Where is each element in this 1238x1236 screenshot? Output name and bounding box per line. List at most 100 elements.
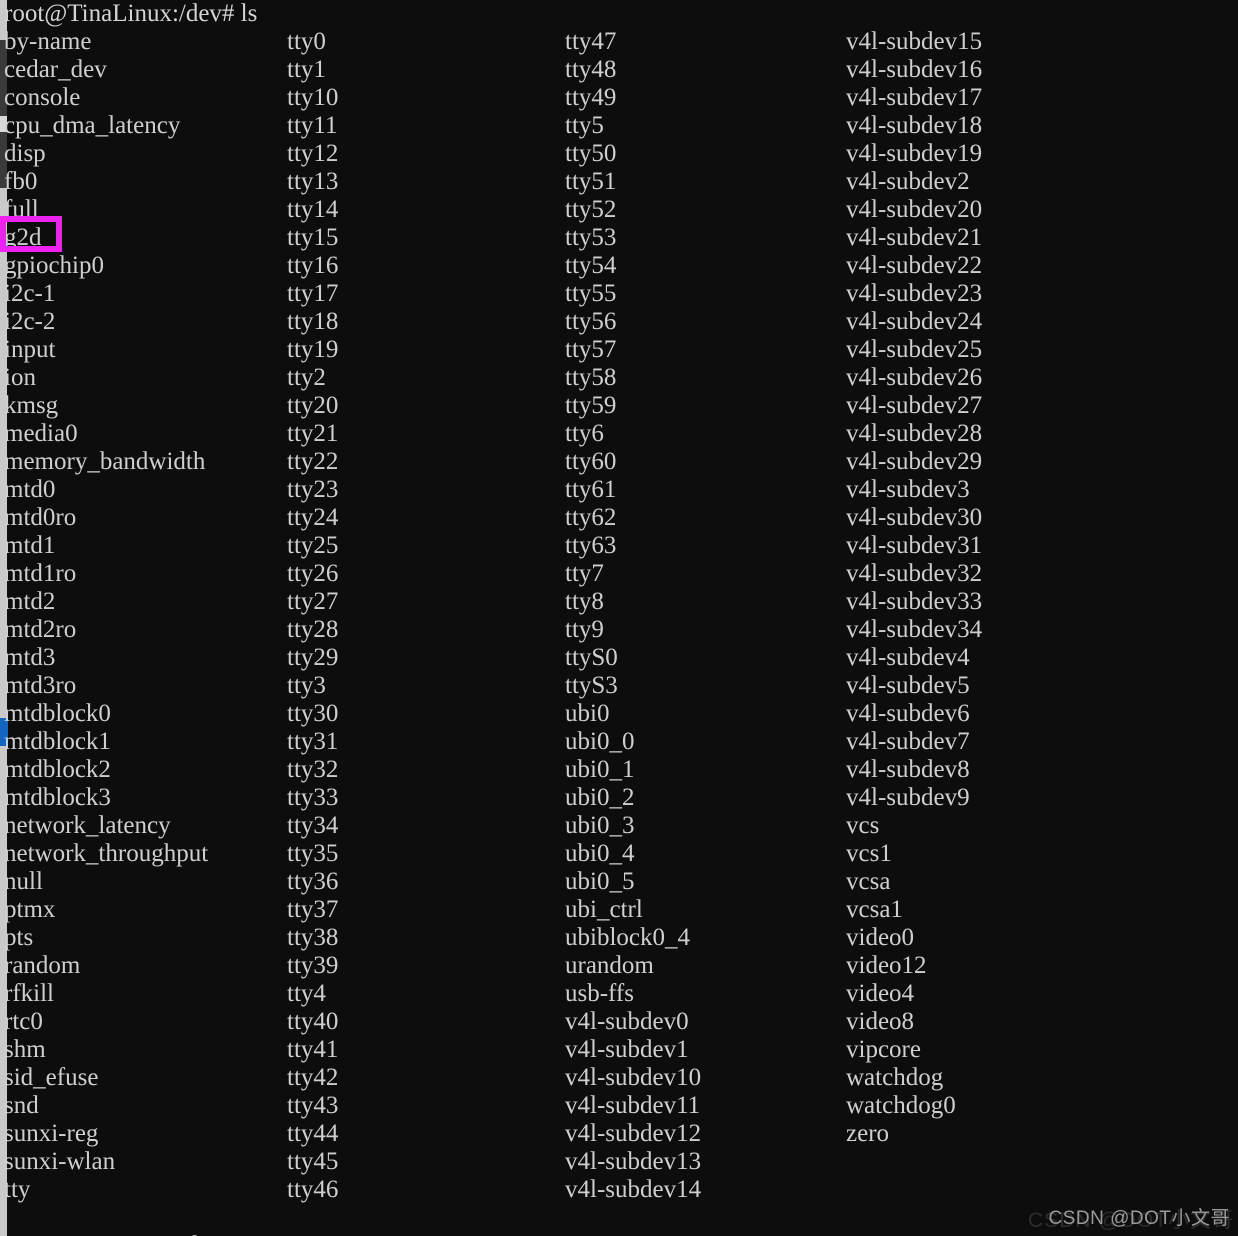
device-entry: tty26	[287, 560, 339, 587]
device-entry: ubi0_4	[565, 840, 635, 867]
device-entry: v4l-subdev33	[846, 588, 983, 615]
device-entry: tty34	[287, 812, 339, 839]
terminal-output[interactable]: root@TinaLinux:/dev# ls by-name tty0 tty47 v…	[0, 0, 1238, 1236]
terminal-line: mtdblock2 tty32 ubi0_1 v4l-subdev8	[0, 756, 1238, 784]
device-entry: vcs	[846, 812, 880, 839]
terminal-line: g2d tty15 tty53 v4l-subdev21	[0, 224, 1238, 252]
device-entry: disp	[4, 140, 46, 167]
device-entry: i2c-2	[4, 308, 56, 335]
device-entry: tty17	[287, 280, 339, 307]
terminal-line: shm tty41 v4l-subdev1 vipcore	[0, 1036, 1238, 1064]
device-entry: tty46	[287, 1176, 339, 1203]
device-entry: tty55	[565, 280, 617, 307]
device-entry: cpu_dma_latency	[4, 112, 181, 139]
terminal-window: root@TinaLinux:/dev# ls by-name tty0 tty47 v…	[0, 0, 1238, 1236]
device-entry: tty50	[565, 140, 617, 167]
device-entry: network_latency	[4, 812, 171, 839]
device-entry: ubiblock0_4	[565, 924, 690, 951]
device-entry: video12	[846, 952, 927, 979]
device-entry: tty27	[287, 588, 339, 615]
terminal-line: tty tty46 v4l-subdev14	[0, 1176, 1238, 1204]
terminal-line: network_throughput tty35 ubi0_4 vcs1	[0, 840, 1238, 868]
device-entry: tty47	[565, 28, 617, 55]
device-entry: tty60	[565, 448, 617, 475]
device-entry: vcs1	[846, 840, 892, 867]
device-entry: tty11	[287, 112, 338, 139]
device-entry: i2c-1	[4, 280, 56, 307]
device-entry: media0	[4, 420, 78, 447]
terminal-line: mtd0 tty23 tty61 v4l-subdev3	[0, 476, 1238, 504]
device-entry: by-name	[4, 28, 92, 55]
device-entry: tty0	[287, 28, 326, 55]
terminal-line: console tty10 tty49 v4l-subdev17	[0, 84, 1238, 112]
device-entry: v4l-subdev3	[846, 476, 970, 503]
device-entry: ubi0_2	[565, 784, 635, 811]
terminal-line: disp tty12 tty50 v4l-subdev19	[0, 140, 1238, 168]
device-entry: tty36	[287, 868, 339, 895]
device-entry: tty1	[287, 56, 326, 83]
device-entry: input	[4, 336, 56, 363]
device-entry: v4l-subdev5	[846, 672, 970, 699]
terminal-line: cpu_dma_latency tty11 tty5 v4l-subdev18	[0, 112, 1238, 140]
device-entry: vipcore	[846, 1036, 921, 1063]
device-entry: ttyS3	[565, 672, 618, 699]
device-entry: v4l-subdev23	[846, 280, 983, 307]
device-entry: random	[4, 952, 81, 979]
terminal-line: ptmx tty37 ubi_ctrl vcsa1	[0, 896, 1238, 924]
terminal-line: i2c-1 tty17 tty55 v4l-subdev23	[0, 280, 1238, 308]
device-entry: tty43	[287, 1092, 339, 1119]
device-entry: fb0	[4, 168, 38, 195]
device-entry: v4l-subdev13	[565, 1148, 702, 1175]
device-entry: tty23	[287, 476, 339, 503]
device-entry: tty37	[287, 896, 339, 923]
terminal-line: mtd2ro tty28 tty9 v4l-subdev34	[0, 616, 1238, 644]
terminal-line: memory_bandwidth tty22 tty60 v4l-subdev29	[0, 448, 1238, 476]
device-entry: memory_bandwidth	[4, 448, 206, 475]
device-entry: v4l-subdev32	[846, 560, 983, 587]
device-entry: tty33	[287, 784, 339, 811]
device-entry: tty38	[287, 924, 339, 951]
terminal-line: mtd2 tty27 tty8 v4l-subdev33	[0, 588, 1238, 616]
device-entry: null	[4, 868, 43, 895]
device-entry: tty22	[287, 448, 339, 475]
device-entry: tty48	[565, 56, 617, 83]
device-entry: mtdblock1	[4, 728, 111, 755]
terminal-line: network_latency tty34 ubi0_3 vcs	[0, 812, 1238, 840]
device-entry: mtd1	[4, 532, 56, 559]
device-entry: mtd0	[4, 476, 56, 503]
device-entry: mtdblock3	[4, 784, 111, 811]
device-entry: ubi0	[565, 700, 610, 727]
device-entry: tty28	[287, 616, 339, 643]
device-entry: v4l-subdev2	[846, 168, 970, 195]
device-entry: tty18	[287, 308, 339, 335]
device-entry: tty56	[565, 308, 617, 335]
device-entry: v4l-subdev18	[846, 112, 983, 139]
terminal-line: mtd3 tty29 ttyS0 v4l-subdev4	[0, 644, 1238, 672]
device-entry: mtd3ro	[4, 672, 77, 699]
device-entry: mtd0ro	[4, 504, 77, 531]
device-entry: v4l-subdev26	[846, 364, 983, 391]
device-entry: tty44	[287, 1120, 339, 1147]
device-entry: kmsg	[4, 392, 59, 419]
device-entry: watchdog	[846, 1064, 944, 1091]
terminal-line: mtdblock1 tty31 ubi0_0 v4l-subdev7	[0, 728, 1238, 756]
device-entry: tty21	[287, 420, 339, 447]
terminal-line: mtd1 tty25 tty63 v4l-subdev31	[0, 532, 1238, 560]
device-entry: tty12	[287, 140, 339, 167]
device-entry: tty61	[565, 476, 617, 503]
device-entry: mtdblock0	[4, 700, 111, 727]
device-entry: v4l-subdev16	[846, 56, 983, 83]
device-entry: v4l-subdev28	[846, 420, 983, 447]
device-entry: tty19	[287, 336, 339, 363]
device-entry: video8	[846, 1008, 915, 1035]
device-entry: v4l-subdev20	[846, 196, 983, 223]
device-entry: mtd1ro	[4, 560, 77, 587]
device-entry: vcsa	[846, 868, 891, 895]
device-entry: tty52	[565, 196, 617, 223]
terminal-line: kmsg tty20 tty59 v4l-subdev27	[0, 392, 1238, 420]
device-entry: full	[4, 196, 39, 223]
device-entry: tty	[4, 1176, 31, 1203]
device-entry: tty16	[287, 252, 339, 279]
device-entry: v4l-subdev4	[846, 644, 970, 671]
device-entry: mtd2	[4, 588, 56, 615]
